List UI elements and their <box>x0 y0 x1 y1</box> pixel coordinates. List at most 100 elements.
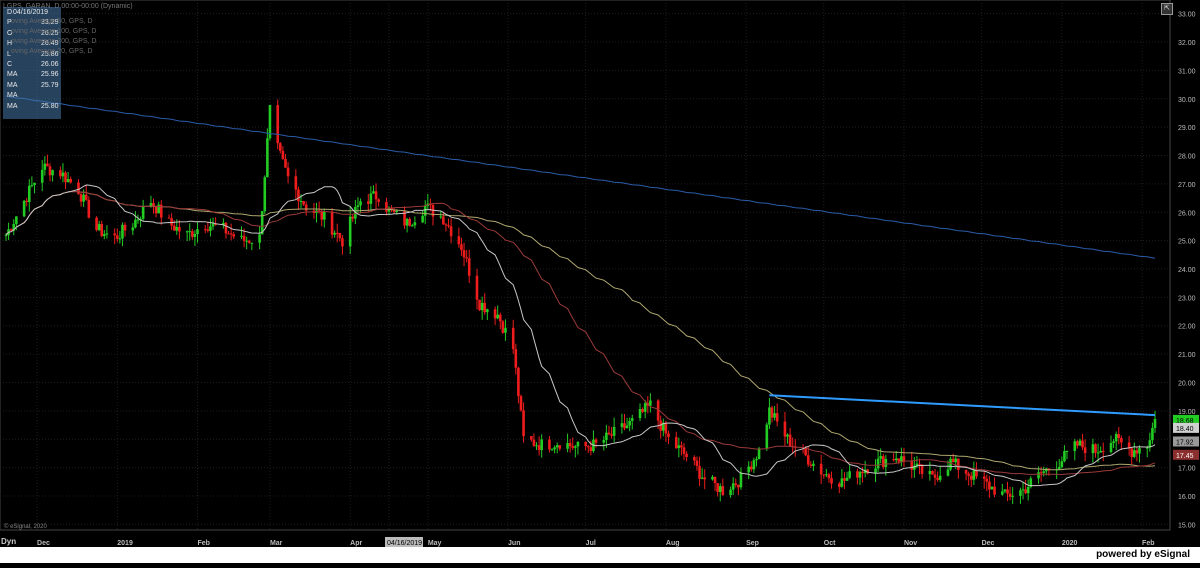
candle-body <box>359 201 362 206</box>
candle-body <box>1060 461 1064 467</box>
y-tick-label: 33.00 <box>1178 12 1196 19</box>
candle-body <box>385 201 388 212</box>
candle-body <box>131 227 135 231</box>
dynamic-mode-button[interactable]: Dyn <box>1 537 16 546</box>
candle-body <box>1138 447 1141 454</box>
candle-body <box>103 234 106 237</box>
candle-body <box>786 434 789 437</box>
data-window-value: 25.96 <box>41 71 59 79</box>
x-tick-label: Jun <box>508 540 520 547</box>
candle-body <box>928 470 932 475</box>
candle-body <box>568 443 572 447</box>
candle-body <box>442 216 445 225</box>
candle-body <box>910 461 914 470</box>
maximize-icon[interactable]: ⇱ <box>1161 3 1173 15</box>
trendline <box>769 394 1156 417</box>
candle-body <box>783 421 787 437</box>
candle-body <box>465 257 468 259</box>
candle-body <box>284 158 287 168</box>
candle-body <box>462 250 466 258</box>
candle-body <box>478 299 481 311</box>
candle-body <box>95 217 98 231</box>
candle-body <box>731 483 735 490</box>
y-tick-label: 29.00 <box>1178 125 1196 132</box>
candle-body <box>449 226 453 237</box>
candle-body <box>918 463 921 465</box>
candle-body <box>755 459 758 461</box>
candle-body <box>299 200 303 202</box>
candle-body <box>749 466 753 470</box>
candle-body <box>540 439 543 451</box>
candle-body <box>136 219 140 221</box>
candle-body <box>532 439 536 446</box>
candle-body <box>134 219 137 228</box>
candle-body <box>229 233 233 235</box>
candle-body <box>1145 447 1149 449</box>
candle-body <box>1094 444 1097 453</box>
candle-body <box>196 229 199 235</box>
candle-body <box>348 216 352 247</box>
candle-body <box>936 477 939 480</box>
candle-body <box>15 216 18 224</box>
candle-body <box>232 234 236 237</box>
candle-body <box>982 476 986 479</box>
candle-body <box>680 445 683 448</box>
candle-body <box>1063 451 1066 462</box>
candle-body <box>1065 451 1069 453</box>
candle-body <box>988 481 991 490</box>
candle-body <box>630 418 634 421</box>
candle-body <box>1026 486 1030 494</box>
candle-body <box>713 476 717 484</box>
candle-body <box>4 235 8 237</box>
candle-body <box>276 105 280 144</box>
candle-body <box>242 235 246 241</box>
candle-body <box>1076 441 1079 446</box>
candle-body <box>40 169 44 183</box>
y-tick-label: 32.00 <box>1178 40 1196 47</box>
candle-body <box>320 211 324 220</box>
candle-body <box>486 309 489 313</box>
candle-body <box>263 177 267 212</box>
candle-body <box>338 232 342 239</box>
candle-body <box>716 483 719 492</box>
candle-body <box>837 483 841 487</box>
candle-body <box>649 400 652 406</box>
candle-body <box>351 216 355 219</box>
candle-body <box>323 211 326 220</box>
candle-body <box>535 445 538 447</box>
candle-body <box>571 446 575 448</box>
candle-body <box>209 226 212 231</box>
candle-body <box>1099 450 1102 453</box>
candle-body <box>30 185 34 187</box>
candle-body <box>84 194 88 200</box>
candle-body <box>610 434 613 436</box>
ma-legend-3: oving Average 200, GPS, D <box>11 38 97 45</box>
candle-body <box>413 222 417 226</box>
data-window-value: 26.06 <box>41 61 59 68</box>
candle-body <box>330 211 334 235</box>
candle-body <box>170 218 173 226</box>
candle-body <box>555 445 559 448</box>
candle-body <box>522 410 525 437</box>
chart-area[interactable]: 15.0016.0017.0018.0019.0020.0021.0022.00… <box>0 0 1200 563</box>
candle-body <box>765 424 769 449</box>
x-tick-label: Mar <box>270 540 283 547</box>
candle-body <box>1130 448 1134 457</box>
candle-body <box>664 422 668 434</box>
candle-body <box>1021 489 1025 491</box>
candle-body <box>395 210 399 213</box>
candle-body <box>1039 472 1043 474</box>
price-chart[interactable]: 15.0016.0017.0018.0019.0020.0021.0022.00… <box>0 0 1200 563</box>
candle-body <box>1057 466 1061 470</box>
y-tick-label: 27.00 <box>1178 182 1196 189</box>
candle-body <box>969 475 973 480</box>
candle-body <box>123 224 127 231</box>
candle-body <box>294 176 298 190</box>
candle-body <box>247 240 251 243</box>
candle-body <box>266 138 269 178</box>
candle-body <box>1153 418 1157 428</box>
candle-body <box>152 203 155 207</box>
candle-body <box>1109 442 1113 453</box>
x-tick-label: Feb <box>1142 540 1154 547</box>
candle-body <box>1151 427 1154 441</box>
